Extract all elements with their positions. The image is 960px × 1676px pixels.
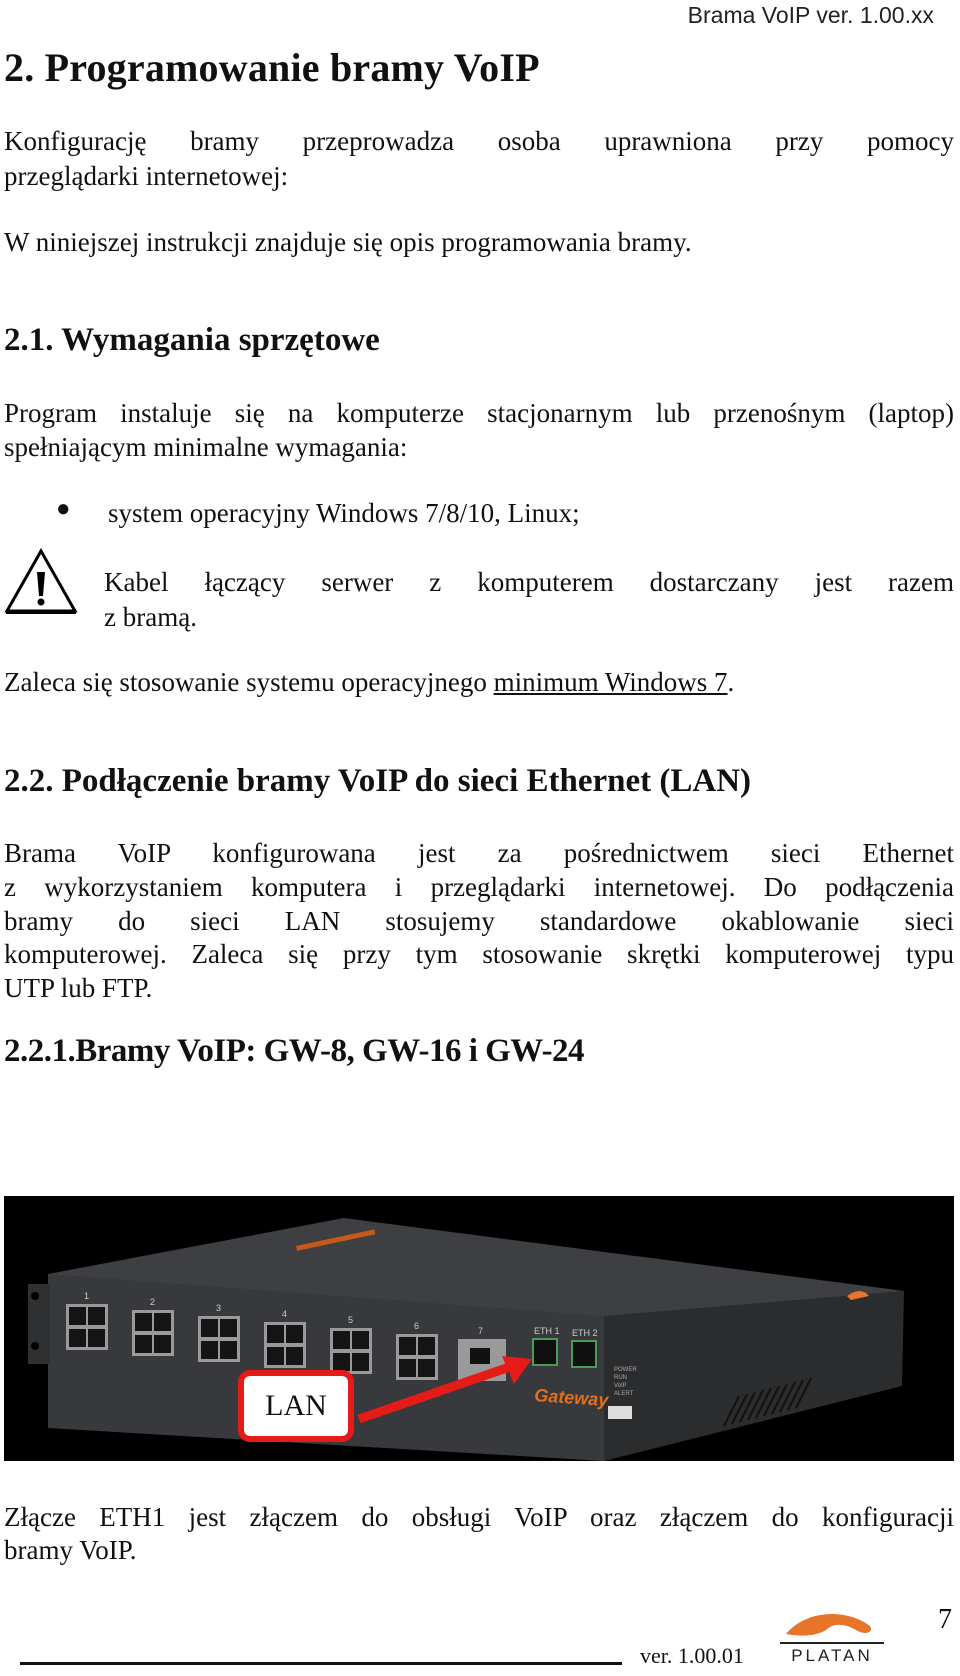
rj45-port: [352, 1353, 369, 1371]
rj45-port: [267, 1325, 284, 1343]
gateway-illustration: 123456 7 ETH 1 ETH 2 Gateway POWER RUN Vo…: [28, 1218, 904, 1461]
section-2-2-line-4: komputerowej. Zaleca się przy tym stosow…: [4, 939, 954, 969]
section-title-2-2-1: 2.2.1.Bramy VoIP: GW-8, GW-16 i GW-24: [4, 1033, 585, 1069]
rj45-port: [267, 1347, 284, 1365]
platan-logo: PLATAN: [776, 1608, 888, 1668]
eth1-label: ETH 1: [534, 1326, 560, 1336]
section-2-paragraph-1-line-1: Konfigurację bramy przeprowadza osoba up…: [4, 126, 954, 156]
rack-hole: [31, 1292, 39, 1300]
rj45-port: [154, 1313, 171, 1331]
rj45-port: [88, 1307, 105, 1325]
led-label-alert: ALERT: [614, 1391, 634, 1397]
rj45-port: [88, 1329, 105, 1347]
rj45-port: [69, 1329, 86, 1347]
port-group-label: 6: [414, 1321, 419, 1331]
section-2-2-line-5: UTP lub FTP.: [4, 973, 153, 1003]
rj45-port: [135, 1313, 152, 1331]
section-2-paragraph-2: W niniejszej instrukcji znajduje się opi…: [4, 227, 692, 257]
port-group-label: 2: [150, 1297, 155, 1307]
rj45-port: [201, 1341, 218, 1359]
eth2-label: ETH 2: [572, 1328, 598, 1338]
recommendation-prefix: Zaleca się stosowanie systemu operacyjne…: [4, 667, 494, 697]
rj45-port: [286, 1347, 303, 1365]
page-number: 7: [938, 1604, 952, 1635]
recommendation-underlined: minimum Windows 7: [493, 667, 728, 697]
section-title-2-2: 2.2. Podłączenie bramy VoIP do sieci Eth…: [4, 763, 752, 799]
port-group-label: 5: [348, 1315, 353, 1325]
requirement-item: system operacyjny Windows 7/8/10, Linux;: [108, 498, 580, 528]
led-label-voip: VoIP: [614, 1383, 627, 1389]
footer-version: ver. 1.00.01: [640, 1643, 744, 1668]
rack-hole: [31, 1342, 39, 1350]
section-2-2-line-1: Brama VoIP konfigurowana jest za pośredn…: [4, 838, 954, 868]
led-label-run: RUN: [614, 1375, 627, 1381]
port-group-label: 4: [282, 1309, 287, 1319]
rj45-port: [333, 1331, 350, 1349]
port-group-label: 3: [216, 1303, 221, 1313]
recommendation-suffix: .: [727, 667, 735, 697]
gateway-device-photo: 1234567 ETH 1 ETH 2 Gateway POWER RUN Vo…: [4, 1196, 954, 1461]
rj45-port: [286, 1325, 303, 1343]
warning-text-line-2: z bramą.: [104, 602, 197, 632]
eth1-caption-line-2: bramy VoIP.: [4, 1535, 137, 1565]
section-2-paragraph-1-line-2: przeglądarki internetowej:: [4, 161, 289, 191]
platan-logo-text: PLATAN: [791, 1646, 873, 1665]
lan-callout: LAN: [238, 1370, 354, 1442]
document-version-header: Brama VoIP ver. 1.00.xx: [687, 2, 934, 28]
section-2-1-paragraph-line-2: spełniającym minimalne wymagania:: [4, 432, 408, 462]
rj45-port: [154, 1335, 171, 1353]
rj45-port: [201, 1319, 218, 1337]
led-labels: POWER: [614, 1367, 637, 1373]
chassis-side: [604, 1291, 904, 1461]
section-2-2-line-3: bramy do sieci LAN stosujemy standardowe…: [4, 906, 954, 936]
section-title-2: 2. Programowanie bramy VoIP: [4, 45, 540, 90]
rj45-port: [399, 1337, 416, 1355]
serial-number-sticker: [608, 1406, 632, 1419]
rj45-port: [352, 1331, 369, 1349]
rj45-port: [220, 1319, 237, 1337]
rj45-port: [135, 1335, 152, 1353]
rj45-port: [220, 1341, 237, 1359]
footer-rule: [20, 1662, 622, 1665]
warning-text-line-1: Kabel łączący serwer z komputerem dostar…: [104, 567, 954, 597]
rj45-port: [418, 1337, 435, 1355]
port-7: [470, 1348, 490, 1364]
bullet-icon: ●: [56, 496, 71, 522]
rj45-port: [399, 1359, 416, 1377]
section-2-1-paragraph-line-1: Program instaluje się na komputerze stac…: [4, 398, 954, 428]
eth2-port: [571, 1340, 597, 1368]
rj45-port: [69, 1307, 86, 1325]
recommendation-text: Zaleca się stosowanie systemu operacyjne…: [4, 665, 954, 700]
warning-icon: [4, 547, 78, 618]
eth1-port: [532, 1338, 558, 1366]
rj45-port: [418, 1359, 435, 1377]
rj45-port: [333, 1353, 350, 1371]
port-group-label: 1: [84, 1291, 89, 1301]
port-group-label: 7: [478, 1326, 483, 1336]
section-2-2-line-2: z wykorzystaniem komputera i przeglądark…: [4, 872, 954, 902]
section-title-2-1: 2.1. Wymagania sprzętowe: [4, 322, 380, 358]
eth1-caption-line-1: Złącze ETH1 jest złączem do obsługi VoIP…: [4, 1502, 954, 1532]
